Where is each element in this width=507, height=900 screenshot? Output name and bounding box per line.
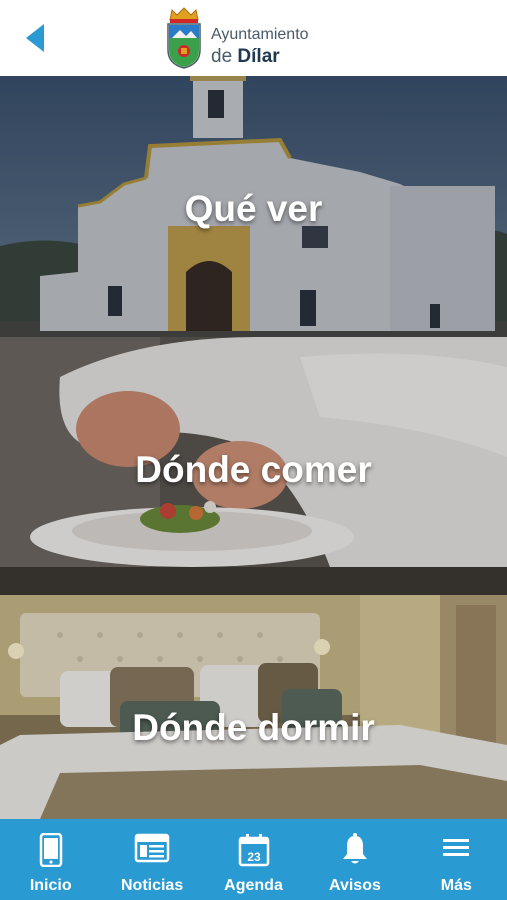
logo-title-line2: de Dílar [211, 46, 280, 68]
nav-label: Agenda [224, 877, 283, 894]
section-donde-comer[interactable]: Dónde comer [0, 337, 507, 595]
section-donde-dormir[interactable]: Dónde dormir [0, 595, 507, 819]
nav-item-mas[interactable]: Más [406, 819, 507, 900]
nav-label: Más [440, 877, 472, 894]
section-title: Qué ver [184, 188, 323, 229]
back-arrow-icon [26, 24, 44, 52]
calendar-icon: 23 [238, 834, 269, 867]
app-header: Ayuntamiento de Dílar [0, 0, 507, 76]
menu-icon [443, 839, 470, 856]
bell-icon [342, 833, 367, 864]
newspaper-icon [134, 833, 170, 863]
nav-item-noticias[interactable]: Noticias [101, 819, 202, 900]
section-title: Dónde comer [135, 449, 372, 490]
nav-item-agenda[interactable]: 23 Agenda [203, 819, 304, 900]
town-logo: Ayuntamiento de Dílar [164, 6, 344, 70]
nav-item-inicio[interactable]: Inicio [0, 819, 101, 900]
coat-of-arms-icon [167, 7, 201, 69]
logo-title-line1: Ayuntamiento [211, 26, 309, 43]
section-que-ver[interactable]: Qué ver [0, 76, 507, 337]
logo-title-prefix: de [211, 46, 238, 67]
back-button[interactable] [22, 22, 52, 54]
calendar-day-number: 23 [247, 850, 261, 864]
nav-label: Noticias [120, 877, 184, 894]
bottom-navigation: Inicio Noticias 23 Agenda Avisos Más [0, 819, 507, 900]
section-title: Dónde dormir [132, 707, 375, 748]
nav-label: Avisos [328, 877, 381, 894]
nav-label: Inicio [29, 877, 72, 894]
phone-icon [39, 833, 62, 867]
nav-item-avisos[interactable]: Avisos [304, 819, 405, 900]
logo-title-name: Dílar [237, 46, 280, 67]
